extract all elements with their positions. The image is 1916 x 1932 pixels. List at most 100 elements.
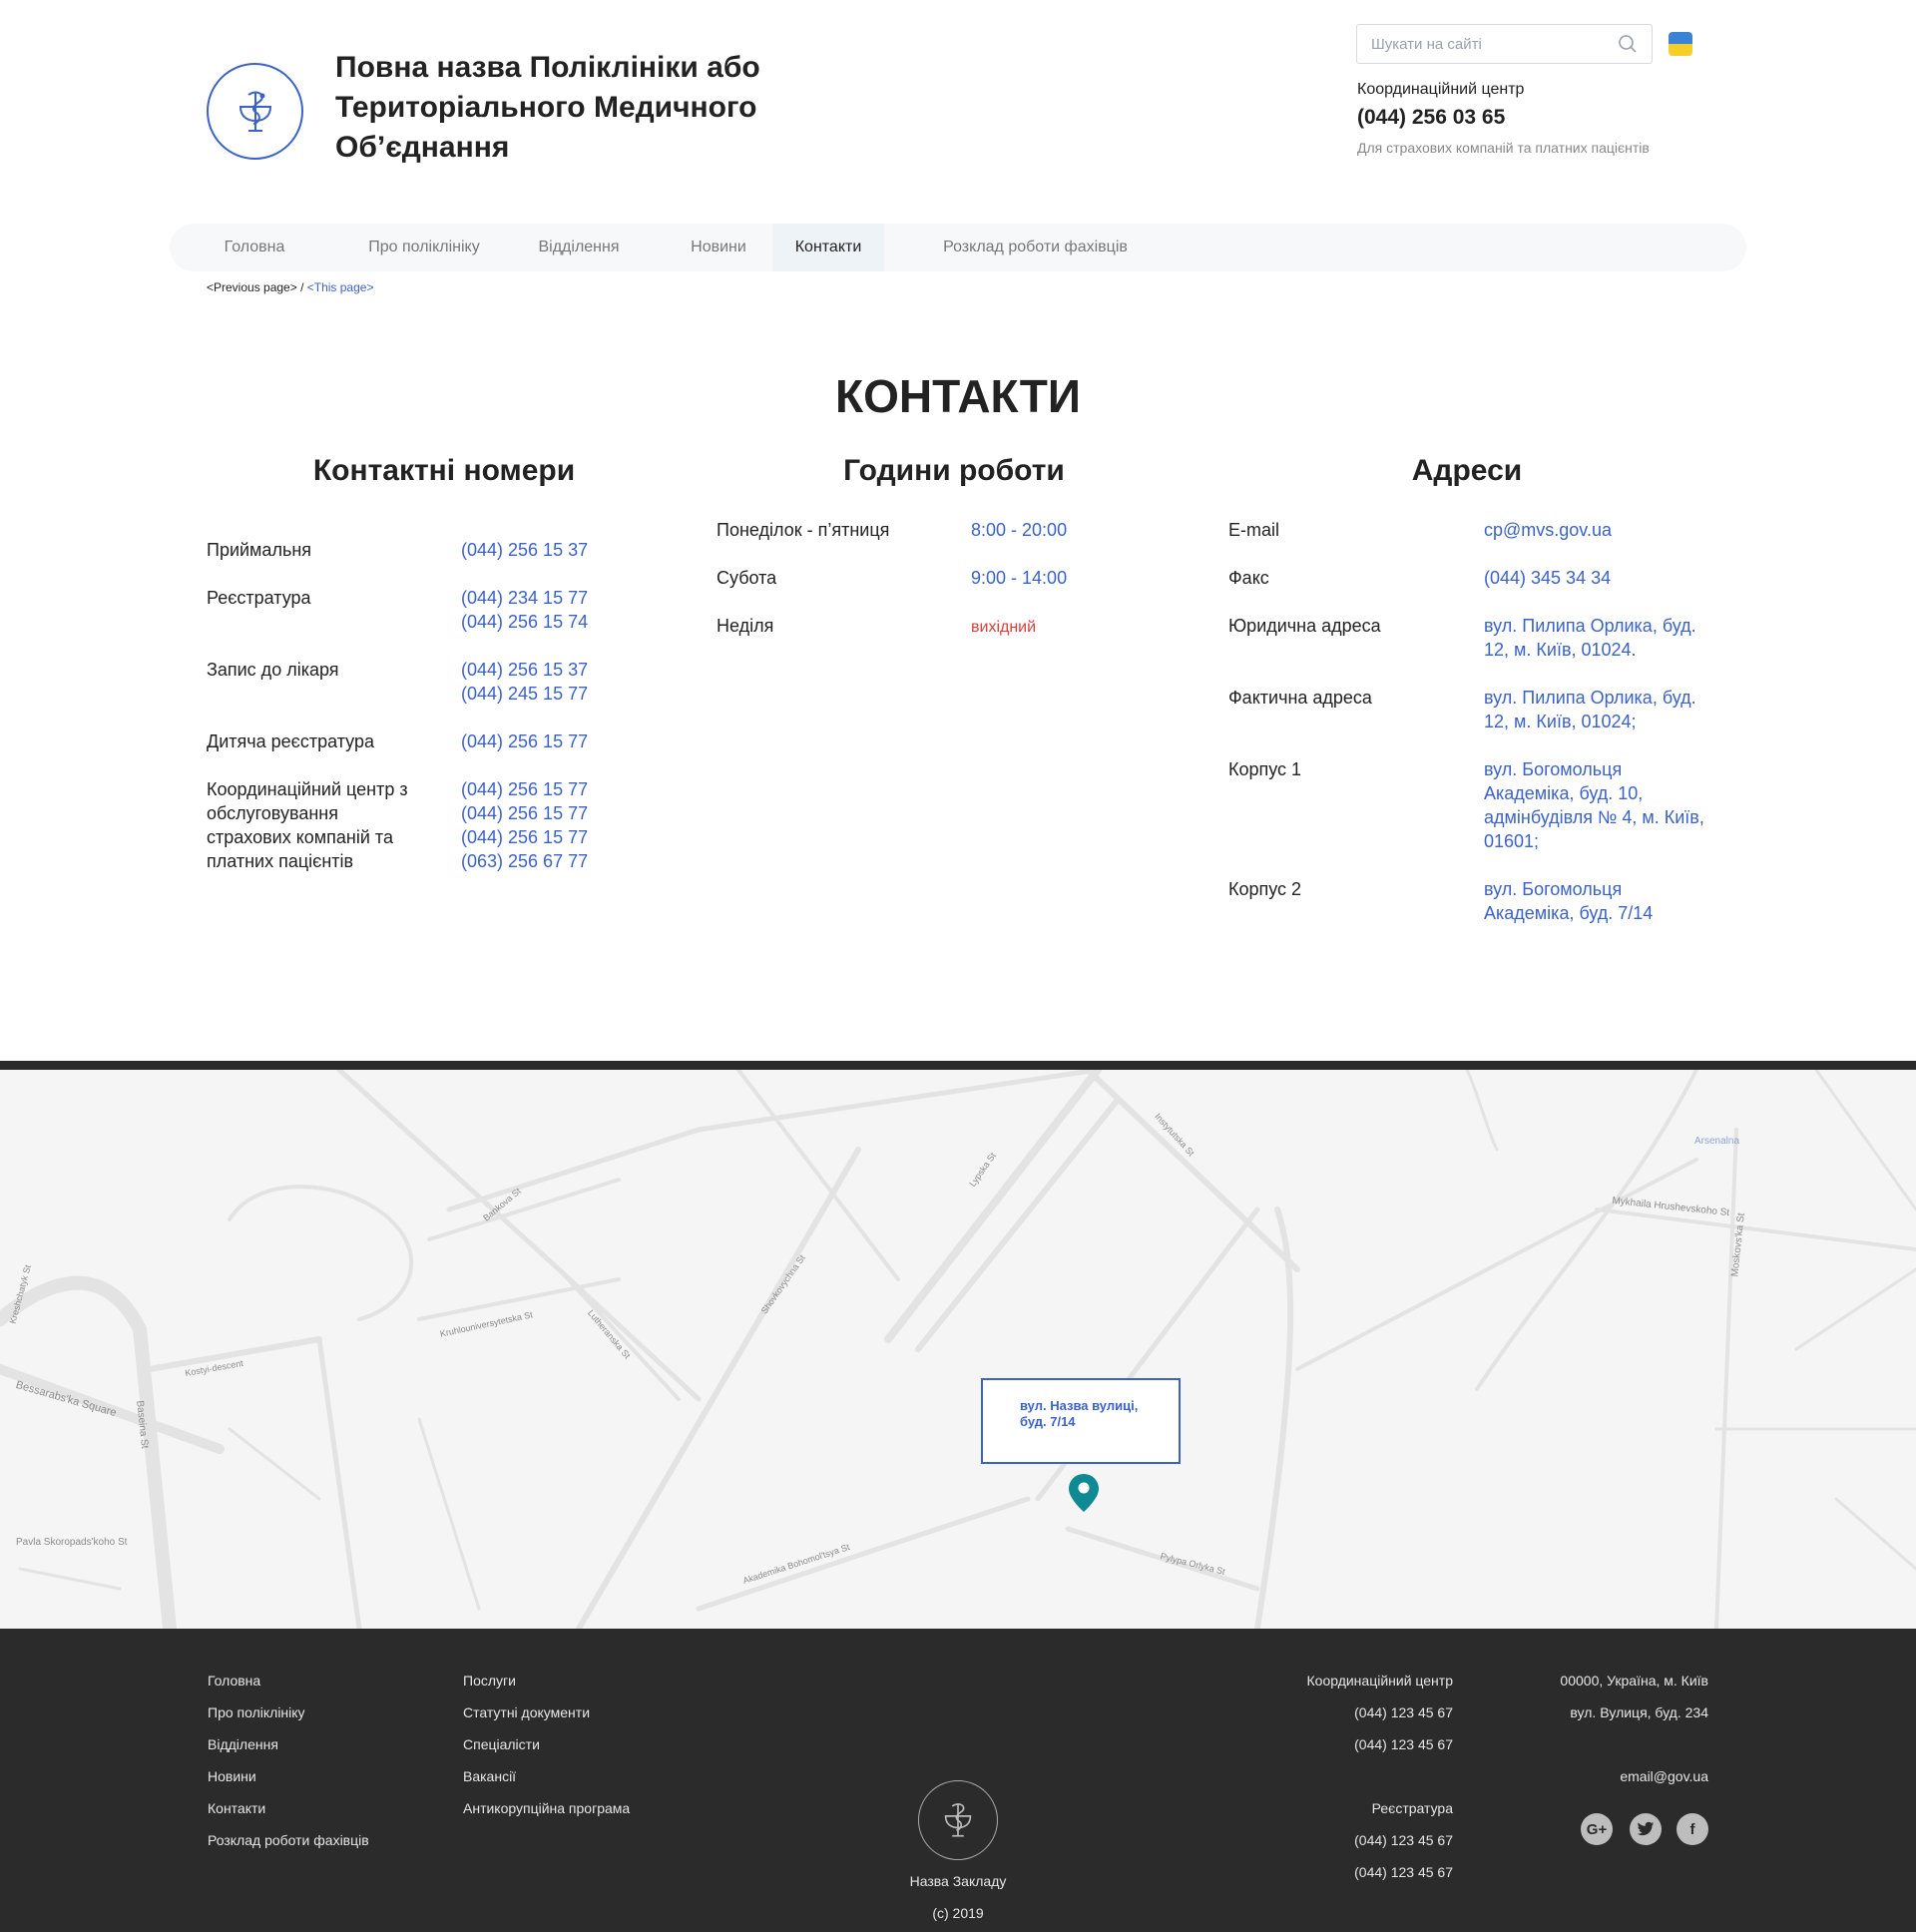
language-flag-icon[interactable] [1669,32,1692,56]
google-plus-icon[interactable]: G+ [1581,1813,1613,1845]
phone-link[interactable]: (044) 256 15 74 [461,610,588,634]
footer-link-news[interactable]: Новини [208,1768,256,1784]
facebook-icon[interactable]: f [1676,1813,1708,1845]
address-line[interactable]: 12, м. Київ, 01024; [1484,710,1637,733]
phone-row-label: Приймальня [207,540,312,560]
footer-org-name: Назва Закладу [909,1873,1007,1889]
address-row-label: E-mail [1228,520,1280,540]
map-label: Pavla Skoropads'koho St [16,1537,128,1548]
address-row-label: Корпус 1 [1228,759,1302,779]
address-line[interactable]: вул. Богомольця [1484,757,1622,781]
footer-link-anticorruption[interactable]: Антикорупційна програма [463,1800,630,1816]
phones-title: Контактні номери [312,454,576,487]
map-popup: вул. Назва вулиці, буд. 7/14 [981,1378,1181,1464]
breadcrumb: <Previous page> / <This page> [207,280,373,294]
nav-item-about[interactable]: Про поліклініку [344,224,504,271]
phone-link[interactable]: (044) 256 15 77 [461,801,588,825]
hours-row-label: Неділя [717,616,774,636]
hours-row-label: Понеділок - п’ятниця [717,520,890,540]
search-input[interactable] [1371,35,1618,53]
coord-center-label: Координаційний центр [1357,81,1525,98]
footer-registry-label: Реєстратура [1371,1800,1453,1816]
coord-center-phone[interactable]: (044) 256 03 65 [1357,106,1505,130]
phone-row-label: Запис до лікаря [207,660,339,680]
address-line[interactable]: 01601; [1484,829,1539,853]
phone-link[interactable]: (044) 234 15 77 [461,586,588,610]
caduceus-icon [239,91,271,132]
footer-link-about[interactable]: Про поліклініку [208,1704,305,1720]
phone-link[interactable]: (063) 256 67 77 [461,849,588,873]
address-row-label: Факс [1228,568,1269,588]
footer-coord-phone[interactable]: (044) 123 45 67 [1253,1704,1453,1720]
page-title: КОНТАКТИ [835,370,1081,422]
phone-row-label: Дитяча реєстратура [207,731,374,751]
breadcrumb-separator: / [296,280,307,294]
nav-item-contacts[interactable]: Контакти [772,224,884,271]
address-line[interactable]: вул. Богомольця [1484,877,1622,901]
map-top-border [0,1061,1916,1070]
address-line[interactable]: вул. Пилипа Орлика, буд. [1484,686,1696,710]
footer-coord-label: Координаційний центр [1306,1673,1454,1689]
phone-link[interactable]: (044) 256 15 77 [461,729,588,753]
twitter-icon[interactable] [1630,1813,1662,1845]
footer-coord-phone[interactable]: (044) 123 45 67 [1253,1736,1453,1752]
map-pin-icon[interactable] [1068,1473,1100,1518]
nav-item-departments[interactable]: Відділення [509,224,649,271]
footer-link-schedule[interactable]: Розклад роботи фахівців [208,1832,369,1848]
address-line[interactable]: Академіка, буд. 10, [1484,781,1643,805]
address-line[interactable]: Академіка, буд. 7/14 [1484,901,1653,925]
address-line[interactable]: вул. Пилипа Орлика, буд. [1484,614,1696,638]
org-title: Повна назва Поліклініки або Територіальн… [335,51,760,164]
phone-link[interactable]: (044) 256 15 77 [461,825,588,849]
phone-row-label: Реєстратура [207,588,311,608]
search-box[interactable] [1356,24,1653,64]
footer-address-line: 00000, Україна, м. Київ [1560,1673,1708,1689]
caduceus-icon [944,1803,972,1837]
footer-copyright: (c) 2019 [932,1905,984,1921]
map-label: Arsenalna [1694,1136,1740,1147]
nav-item-news[interactable]: Новини [659,224,778,271]
address-row-label: Фактична адреса [1228,688,1372,708]
footer-link-specialists[interactable]: Спеціалісти [463,1736,540,1752]
coord-center-note: Для страхових компаній та платних пацієн… [1357,140,1650,156]
header: Повна назва Поліклініки або Територіальн… [0,0,1916,220]
map-streets [0,1070,1916,1629]
email-link[interactable]: cp@mvs.gov.ua [1484,518,1612,542]
nav-item-schedule[interactable]: Розклад роботи фахівців [928,224,1143,271]
footer-address-line: вул. Вулиця, буд. 234 [1570,1704,1708,1720]
hours-row-value: 8:00 - 20:00 [971,520,1068,540]
address-row-label: Юридична адреса [1228,616,1381,636]
search-icon[interactable] [1618,34,1638,54]
footer-link-departments[interactable]: Відділення [208,1736,278,1752]
address-line[interactable]: адмінбудівля № 4, м. Київ, [1484,805,1704,829]
phone-row-label-line: обслуговування [207,803,338,823]
map[interactable]: Bessarabs'ka Square Baseina St Pavla Sko… [0,1070,1916,1629]
breadcrumb-current[interactable]: <This page> [307,280,374,294]
footer-link-home[interactable]: Головна [208,1673,260,1689]
phone-link[interactable]: (044) 256 15 37 [461,538,588,562]
footer-registry-phone[interactable]: (044) 123 45 67 [1253,1832,1453,1848]
hours-row-value-closed: вихідний [971,619,1037,636]
phone-link[interactable]: (044) 245 15 77 [461,682,588,706]
phone-link[interactable]: (044) 256 15 37 [461,658,588,682]
footer-link-vacancies[interactable]: Вакансії [463,1768,516,1784]
footer-email[interactable]: email@gov.ua [1497,1768,1708,1784]
map-popup-line: вул. Назва вулиці, [1020,1398,1139,1413]
address-line[interactable]: 12, м. Київ, 01024. [1484,638,1637,662]
fax-link[interactable]: (044) 345 34 34 [1484,566,1611,590]
hours-row-label: Субота [717,568,777,588]
footer-logo[interactable] [918,1780,998,1860]
nav-item-home[interactable]: Головна [215,224,294,271]
footer-link-contacts[interactable]: Контакти [208,1800,265,1816]
footer-link-services[interactable]: Послуги [463,1673,516,1689]
address-row-label: Корпус 2 [1228,879,1302,899]
breadcrumb-prev[interactable]: <Previous page> [207,280,297,294]
logo[interactable] [207,63,303,160]
hours-row-value: 9:00 - 14:00 [971,568,1068,588]
hours-title: Години роботи [843,454,1065,487]
phone-row-label-line: страхових компаній та [207,827,393,847]
phone-link[interactable]: (044) 256 15 77 [461,777,588,801]
addresses-title: Адреси [1411,454,1523,487]
footer-link-statutes[interactable]: Статутні документи [463,1704,590,1720]
footer-registry-phone[interactable]: (044) 123 45 67 [1253,1864,1453,1880]
